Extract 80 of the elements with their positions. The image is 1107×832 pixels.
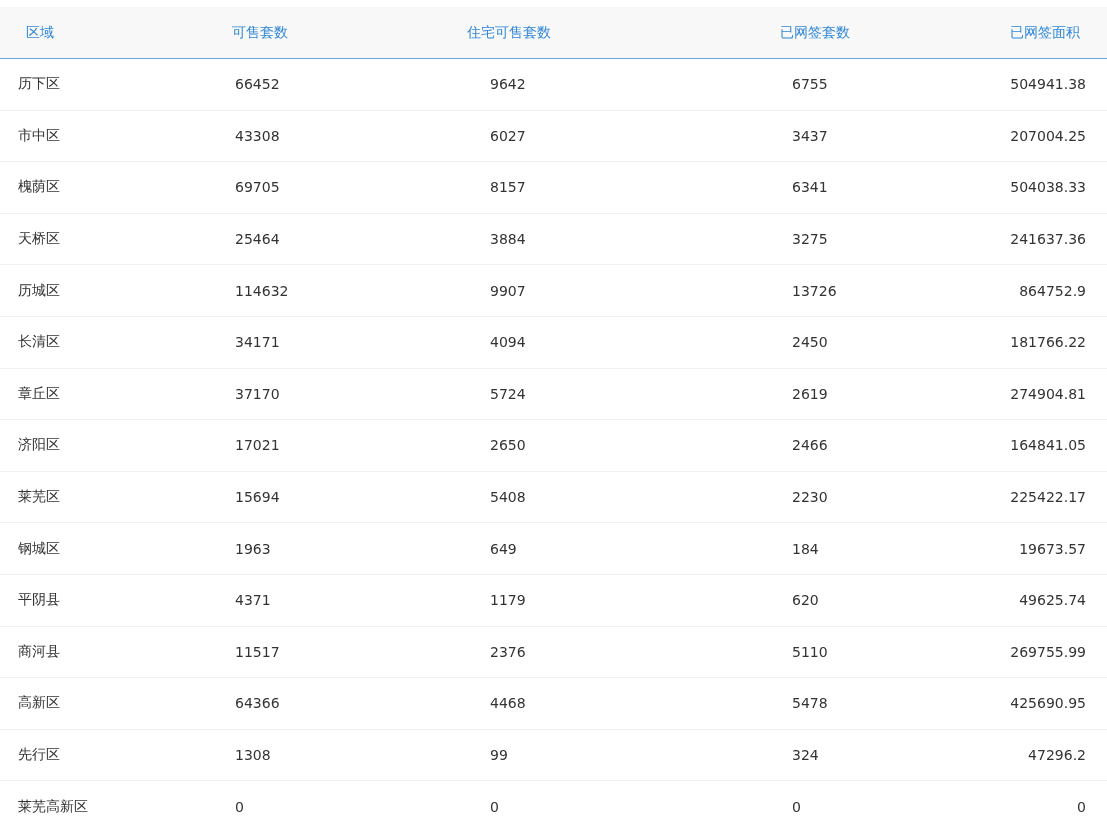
table-cell: 8157 <box>490 179 526 196</box>
table-cell: 高新区 <box>18 694 60 711</box>
table-cell: 66452 <box>235 76 280 93</box>
table-cell: 241637.36 <box>1010 231 1086 248</box>
table-cell: 济阳区 <box>18 436 60 453</box>
table-cell: 3437 <box>792 127 828 144</box>
column-header[interactable]: 可售套数 <box>232 23 288 40</box>
table-cell: 114632 <box>235 282 289 299</box>
table-cell: 49625.74 <box>1019 592 1086 609</box>
table-cell: 504941.38 <box>1010 76 1086 93</box>
column-header[interactable]: 住宅可售套数 <box>467 23 551 40</box>
table-cell: 164841.05 <box>1010 437 1086 454</box>
table-cell: 2650 <box>490 437 526 454</box>
table-cell: 莱芜区 <box>18 488 60 505</box>
table-cell: 274904.81 <box>1010 385 1086 402</box>
table-cell: 864752.9 <box>1019 282 1086 299</box>
column-header[interactable]: 已网签套数 <box>780 23 850 40</box>
table-cell: 25464 <box>235 231 280 248</box>
table-cell: 钢城区 <box>18 539 60 556</box>
table-cell: 225422.17 <box>1010 489 1086 506</box>
table-cell: 184 <box>792 540 819 557</box>
table-cell: 0 <box>490 798 499 815</box>
table-cell: 0 <box>1077 798 1086 815</box>
table-cell: 3275 <box>792 231 828 248</box>
table-cell: 5110 <box>792 643 828 660</box>
table-cell: 0 <box>235 798 244 815</box>
table-cell: 6027 <box>490 127 526 144</box>
table-cell: 69705 <box>235 179 280 196</box>
table-cell: 43308 <box>235 127 280 144</box>
table-cell: 324 <box>792 747 819 763</box>
table-cell: 34171 <box>235 334 280 351</box>
table-cell: 64366 <box>235 695 280 712</box>
table-cell: 649 <box>490 540 517 557</box>
table-cell: 4094 <box>490 334 526 351</box>
table-cell: 平阴县 <box>18 591 60 608</box>
table-cell: 1179 <box>490 592 526 609</box>
table-cell: 6341 <box>792 179 828 196</box>
table-cell: 15694 <box>235 489 280 506</box>
column-header[interactable]: 区域 <box>26 23 54 40</box>
table-cell: 9642 <box>490 76 526 93</box>
table-cell: 207004.25 <box>1010 127 1086 144</box>
table-cell: 历城区 <box>18 281 60 298</box>
table-cell: 19673.57 <box>1019 540 1086 557</box>
table-cell: 4371 <box>235 592 271 609</box>
table-cell: 181766.22 <box>1010 334 1086 351</box>
table-cell: 99 <box>490 747 508 763</box>
table-cell: 5408 <box>490 489 526 506</box>
table-cell: 1308 <box>235 747 271 763</box>
table-cell: 1963 <box>235 540 271 557</box>
table-cell: 5724 <box>490 385 526 402</box>
table-cell: 37170 <box>235 385 280 402</box>
table-cell: 11517 <box>235 643 280 660</box>
table-cell: 2466 <box>792 437 828 454</box>
table-cell: 9907 <box>490 282 526 299</box>
table-cell: 269755.99 <box>1010 643 1086 660</box>
table-cell: 长清区 <box>18 333 60 350</box>
column-header[interactable]: 已网签面积 <box>1010 23 1080 40</box>
table-cell: 13726 <box>792 282 837 299</box>
table-cell: 莱芜高新区 <box>18 797 88 814</box>
table-cell: 天桥区 <box>18 230 60 247</box>
table-cell: 2619 <box>792 385 828 402</box>
table-cell: 6755 <box>792 76 828 93</box>
table-cell: 商河县 <box>18 642 60 659</box>
table-cell: 槐荫区 <box>18 178 60 195</box>
table-cell: 620 <box>792 592 819 609</box>
table-cell: 2376 <box>490 643 526 660</box>
table-cell: 4468 <box>490 695 526 712</box>
table-cell: 历下区 <box>18 75 60 92</box>
table-cell: 2230 <box>792 489 828 506</box>
table-cell: 47296.2 <box>1028 747 1086 763</box>
table-cell: 市中区 <box>18 126 60 143</box>
table-cell: 0 <box>792 798 801 815</box>
table-cell: 504038.33 <box>1010 179 1086 196</box>
table-cell: 2450 <box>792 334 828 351</box>
table-cell: 章丘区 <box>18 384 60 401</box>
table-cell: 3884 <box>490 231 526 248</box>
table-cell: 425690.95 <box>1010 695 1086 712</box>
table-cell: 先行区 <box>18 746 60 762</box>
table-cell: 17021 <box>235 437 280 454</box>
table-cell: 5478 <box>792 695 828 712</box>
